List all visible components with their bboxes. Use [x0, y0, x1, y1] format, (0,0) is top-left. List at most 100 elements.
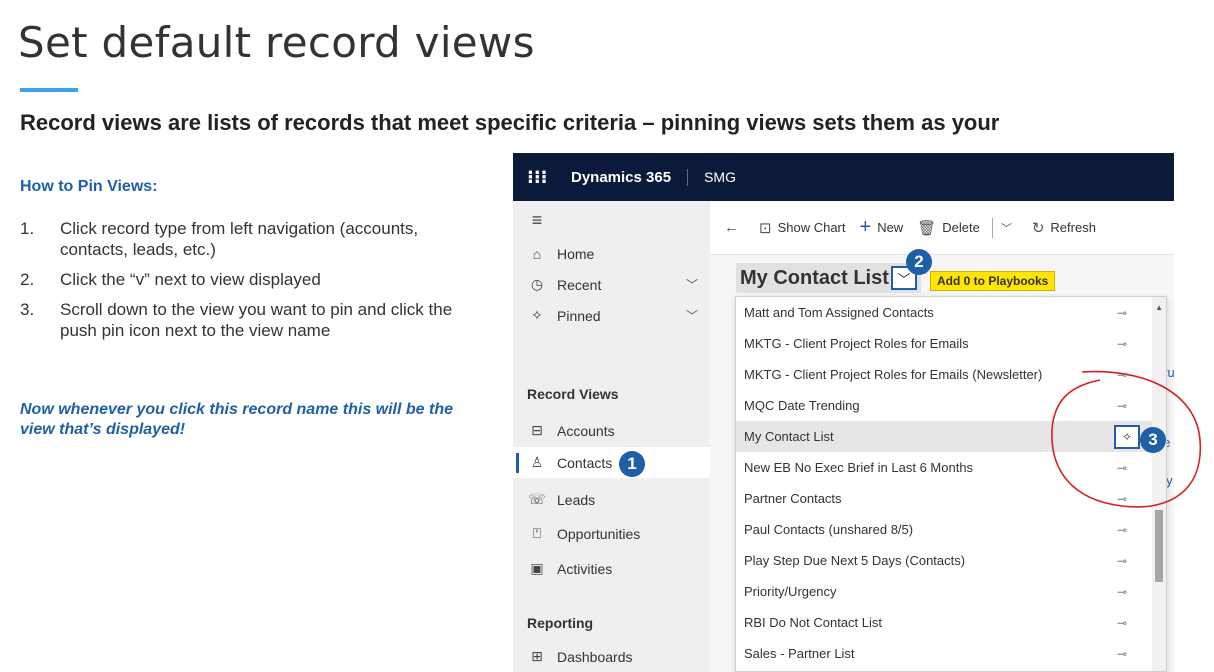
howto-heading: How to Pin Views:	[20, 178, 158, 195]
section-reporting: Reporting	[527, 615, 594, 631]
view-option[interactable]: MQC Date Trending ⊸	[736, 390, 1154, 421]
pin-icon[interactable]: ⊸	[1112, 461, 1132, 475]
view-option-label: Matt and Tom Assigned Contacts	[744, 305, 934, 320]
chart-icon: ⊡	[759, 219, 772, 237]
sidebar-item-label: Leads	[557, 491, 596, 508]
step-number: 3.	[20, 300, 35, 319]
pin-icon[interactable]: ⊸	[1112, 368, 1132, 382]
view-title: My Contact List	[740, 266, 889, 289]
chevron-down-icon[interactable]: ﹀	[686, 276, 698, 293]
view-dropdown-list: Matt and Tom Assigned Contacts ⊸ MKTG - C…	[735, 296, 1167, 672]
sidebar: ≡ ⌂ Home ◷ Recent ﹀ ✧ Pinned ﹀ Record Vi…	[513, 201, 710, 672]
sidebar-item-opportunities[interactable]: ⍞ Opportunities	[513, 518, 710, 549]
show-chart-button[interactable]: ⊡ Show Chart	[759, 219, 846, 237]
pin-icon[interactable]: ✧	[1114, 424, 1140, 449]
view-option[interactable]: New EB No Exec Brief in Last 6 Months ⊸	[736, 452, 1154, 483]
scroll-up-icon[interactable]: ▲	[1155, 303, 1163, 312]
sidebar-item-label: Home	[557, 245, 595, 262]
view-option-label: MKTG - Client Project Roles for Emails (…	[744, 367, 1043, 382]
step-item: 2. Click the “v” next to view displayed	[20, 269, 480, 290]
view-option[interactable]: Sales - Partner List ⊸	[736, 638, 1154, 669]
view-option[interactable]: Matt and Tom Assigned Contacts ⊸	[736, 297, 1154, 328]
view-option-label: Play Step Due Next 5 Days (Contacts)	[744, 553, 966, 568]
sidebar-item-label: Accounts	[557, 422, 615, 439]
pin-icon[interactable]: ⊸	[1112, 399, 1132, 413]
refresh-button[interactable]: ↻ Refresh	[1032, 219, 1096, 237]
sidebar-item-label: Recent	[557, 276, 602, 293]
pin-icon[interactable]: ⊸	[1112, 492, 1132, 506]
view-option-label: Paul Contacts (unshared 8/5)	[744, 522, 914, 537]
view-option[interactable]: Paul Contacts (unshared 8/5) ⊸	[736, 514, 1154, 545]
chevron-down-icon[interactable]: ﹀	[686, 307, 698, 324]
sidebar-item-activities[interactable]: ▣ Activities	[513, 553, 710, 584]
slide-title: Set default record views	[18, 18, 535, 67]
pin-icon[interactable]: ⊸	[1112, 554, 1132, 568]
more-commands-button[interactable]: ﹀	[1001, 220, 1018, 236]
add-to-playbooks-button[interactable]: Add 0 to Playbooks	[930, 271, 1056, 291]
view-selector[interactable]: My Contact List ﹀	[736, 263, 921, 293]
view-option-label: My Contact List	[744, 429, 834, 444]
pin-icon[interactable]: ⊸	[1112, 585, 1132, 599]
scroll-thumb[interactable]	[1155, 510, 1163, 582]
trash-icon: 🗑	[917, 219, 937, 237]
hamburger-icon: ≡	[531, 210, 543, 230]
view-option[interactable]: Play Step Due Next 5 Days (Contacts) ⊸	[736, 545, 1154, 576]
view-option-label: Priority/Urgency	[744, 584, 837, 599]
chevron-down-icon: ﹀	[1000, 222, 1012, 235]
view-option-label: MKTG - Client Project Roles for Emails	[744, 336, 969, 351]
view-option-selected[interactable]: My Contact List ✧	[736, 421, 1154, 452]
sidebar-item-label: Pinned	[557, 307, 601, 324]
hamburger-button[interactable]: ≡	[513, 205, 710, 236]
home-icon: ⌂	[532, 245, 542, 262]
step-item: 1. Click record type from left navigation…	[20, 218, 480, 260]
divider	[991, 217, 993, 238]
view-option[interactable]: Priority/Urgency ⊸	[736, 576, 1154, 607]
pin-icon[interactable]: ⊸	[1112, 523, 1132, 537]
back-arrow-icon: ←	[724, 219, 739, 236]
opportunity-icon: ⍞	[532, 525, 542, 541]
phone-person-icon: ☏	[528, 491, 546, 507]
pin-icon[interactable]: ⊸	[1112, 616, 1132, 630]
step-item: 3. Scroll down to the view you want to pi…	[20, 299, 480, 341]
view-option[interactable]: Partner Contacts ⊸	[736, 483, 1154, 514]
sidebar-item-home[interactable]: ⌂ Home	[513, 238, 710, 269]
sidebar-item-pinned[interactable]: ✧ Pinned ﹀	[513, 300, 710, 331]
org-name: SMG	[704, 169, 736, 185]
app-launcher-icon[interactable]: ⁝⁝⁝	[527, 167, 553, 188]
view-option-label: Sales - Partner List	[744, 646, 855, 661]
headline: Record views are lists of records that m…	[20, 110, 1000, 135]
refresh-label: Refresh	[1050, 220, 1096, 235]
callout: Now whenever you click this record name …	[20, 401, 454, 438]
step-text: Click the “v” next to view displayed	[60, 270, 321, 289]
pin-icon[interactable]: ⊸	[1112, 647, 1132, 661]
back-button[interactable]: ←	[724, 219, 745, 236]
scrollbar[interactable]: ▲	[1152, 297, 1166, 671]
sidebar-item-label: Activities	[557, 560, 613, 577]
view-option[interactable]: MKTG - Client Project Roles for Emails ⊸	[736, 328, 1154, 359]
refresh-icon: ↻	[1031, 219, 1045, 237]
sidebar-item-dashboards[interactable]: ⊞ Dashboards	[513, 641, 710, 672]
view-option[interactable]: RBI Do Not Contact List ⊸	[736, 607, 1154, 638]
dashboard-icon: ⊞	[531, 648, 543, 664]
clock-icon: ◷	[530, 276, 544, 292]
sidebar-item-contacts[interactable]: ♙ Contacts	[513, 447, 710, 478]
new-button[interactable]: + New	[860, 216, 904, 239]
sidebar-item-label: Contacts	[557, 454, 613, 471]
sidebar-item-leads[interactable]: ☏ Leads	[513, 484, 710, 515]
building-icon: ⊟	[531, 422, 543, 438]
clipboard-icon: ▣	[530, 560, 544, 576]
pin-icon[interactable]: ⊸	[1112, 306, 1132, 320]
step-number: 1.	[20, 219, 35, 238]
pin-icon[interactable]: ⊸	[1112, 337, 1132, 351]
sidebar-item-accounts[interactable]: ⊟ Accounts	[513, 415, 710, 446]
sidebar-item-recent[interactable]: ◷ Recent ﹀	[513, 269, 710, 300]
step-badge-3: 3	[1140, 427, 1166, 453]
top-bar: ⁝⁝⁝ Dynamics 365 SMG	[513, 153, 1174, 201]
brand-name[interactable]: Dynamics 365	[571, 168, 689, 186]
view-option[interactable]: MKTG - Client Project Roles for Emails (…	[736, 359, 1154, 390]
sidebar-item-label: Opportunities	[557, 525, 641, 542]
delete-button[interactable]: 🗑 Delete	[917, 219, 980, 237]
view-option-label: RBI Do Not Contact List	[744, 615, 882, 630]
pin-icon: ✧	[531, 307, 543, 323]
step-badge-1: 1	[619, 451, 645, 477]
